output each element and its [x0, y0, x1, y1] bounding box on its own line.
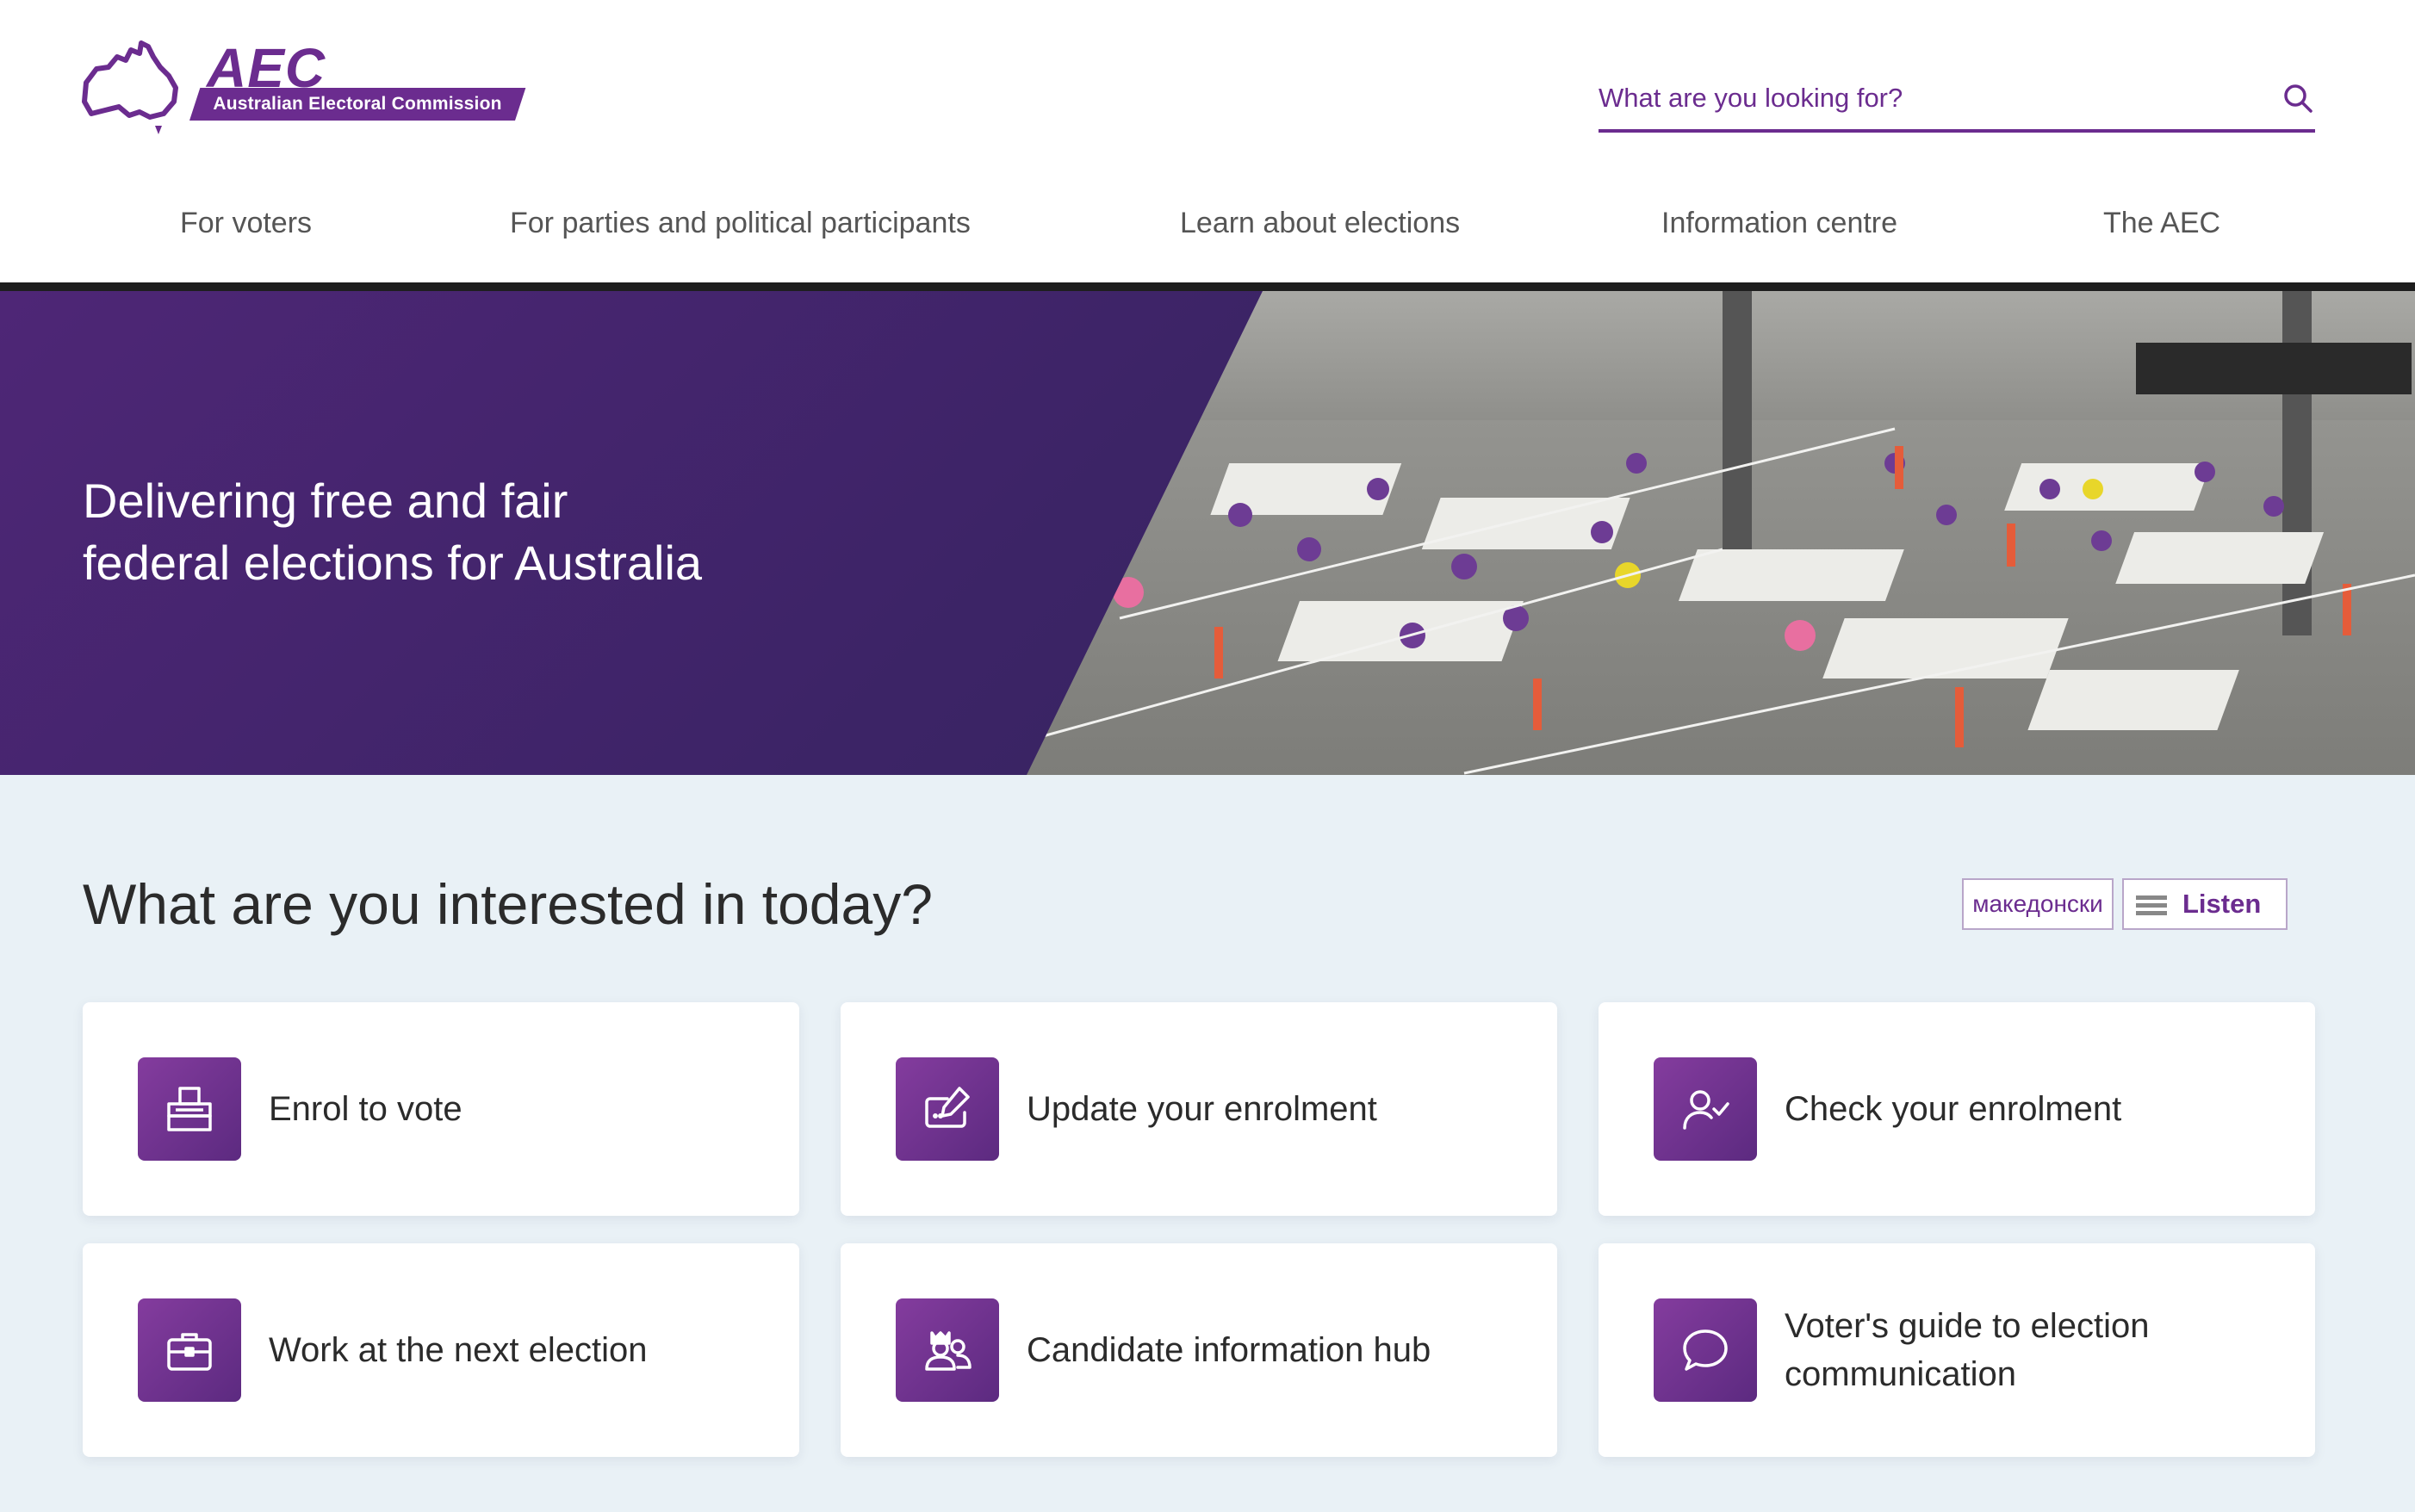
hero-tagline: Delivering free and fair federal electio…: [83, 470, 944, 594]
search-icon[interactable]: [2281, 81, 2315, 115]
search-input[interactable]: [1599, 67, 2253, 129]
language-button[interactable]: македонски: [1962, 878, 2114, 930]
nav-divider: [0, 282, 2415, 291]
card-icon-tile: [1654, 1057, 1757, 1161]
card-label: Enrol to vote: [269, 1090, 463, 1128]
card-icon-tile: [1654, 1298, 1757, 1402]
aec-logo[interactable]: AEC Australian Electoral Commission: [79, 37, 526, 139]
card-label: Check your enrolment: [1785, 1090, 2122, 1128]
card-icon-tile: [896, 1298, 999, 1402]
nav-item-information-centre[interactable]: Information centre: [1661, 207, 1897, 240]
edit-form-icon: [925, 1087, 970, 1128]
australia-map-icon: [82, 40, 178, 134]
hero-tagline-line-2: federal elections for Australia: [83, 536, 703, 590]
nav-item-the-aec[interactable]: The AEC: [2103, 207, 2220, 240]
card-label: Work at the next election: [269, 1331, 648, 1369]
nav-item-for-voters[interactable]: For voters: [180, 207, 312, 240]
listen-label: Listen: [2182, 889, 2262, 919]
listen-lines-icon: [2136, 895, 2167, 915]
ballot-box-icon: [167, 1087, 212, 1131]
candidates-icon: [925, 1331, 972, 1371]
card-icon-tile: [138, 1057, 241, 1161]
card-icon-tile: [138, 1298, 241, 1402]
listen-button[interactable]: Listen: [2122, 878, 2288, 930]
main-navigation: For voters For parties and political par…: [0, 198, 2415, 258]
card-label: Candidate information hub: [1027, 1331, 1431, 1369]
site-header: AEC Australian Electoral Commission For …: [0, 0, 2415, 291]
hero-tagline-line-1: Delivering free and fair: [83, 474, 568, 528]
card-label: Update your enrolment: [1027, 1090, 1377, 1128]
speech-bubble-icon: [1683, 1329, 1728, 1371]
site-search: [1599, 67, 2315, 133]
section-title: What are you interested in today?: [83, 872, 933, 936]
card-update-enrolment[interactable]: Update your enrolment: [841, 1002, 1557, 1216]
nav-item-for-parties[interactable]: For parties and political participants: [510, 207, 971, 240]
user-check-icon: [1683, 1090, 1729, 1130]
card-candidate-hub[interactable]: Candidate information hub: [841, 1243, 1557, 1457]
nav-item-learn-about-elections[interactable]: Learn about elections: [1180, 207, 1460, 240]
logo-name: Australian Electoral Commission: [213, 94, 502, 114]
card-label: Voter's guide to election communication: [1785, 1307, 2150, 1393]
logo-acronym: AEC: [207, 37, 326, 99]
card-work-at-election[interactable]: Work at the next election: [83, 1243, 799, 1457]
card-voters-guide[interactable]: Voter's guide to election communication: [1599, 1243, 2315, 1457]
hero-banner: Delivering free and fair federal electio…: [0, 291, 2415, 775]
card-icon-tile: [896, 1057, 999, 1161]
card-enrol-to-vote[interactable]: Enrol to vote: [83, 1002, 799, 1216]
briefcase-icon: [167, 1333, 212, 1371]
card-check-enrolment[interactable]: Check your enrolment: [1599, 1002, 2315, 1216]
